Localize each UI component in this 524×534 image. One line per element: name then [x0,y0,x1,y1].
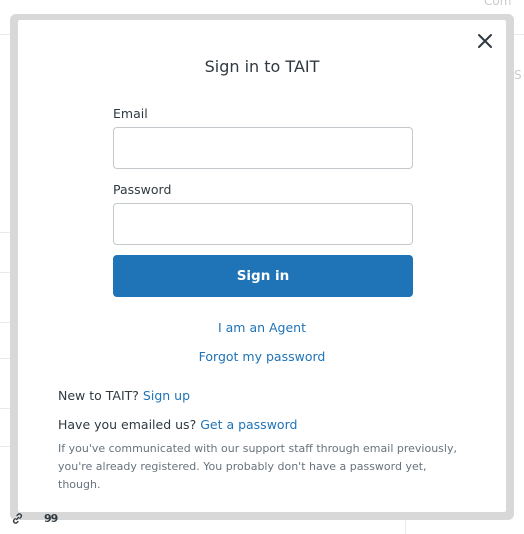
get-password-row: Have you emailed us? Get a password [58,417,297,432]
agent-link-row: I am an Agent [0,320,524,335]
background-divider [405,520,406,534]
password-label: Password [113,182,172,197]
link-icon[interactable] [11,512,24,528]
registration-note: If you've communicated with our support … [58,442,457,491]
modal-title: Sign in to TAIT [204,57,320,76]
quote-icon[interactable]: 99 [44,512,58,525]
sign-up-link[interactable]: Sign up [143,388,190,403]
background-partial-text: Com [484,0,512,8]
background-divider [0,446,10,447]
agent-link[interactable]: I am an Agent [218,320,306,335]
email-field[interactable] [113,127,413,169]
emailed-us-text: Have you emailed us? [58,417,197,432]
signup-row: New to TAIT? Sign up [58,388,190,403]
email-label: Email [113,106,148,121]
forgot-password-link[interactable]: Forgot my password [199,349,326,364]
close-button[interactable] [476,32,494,50]
password-field[interactable] [113,203,413,245]
get-password-link[interactable]: Get a password [200,417,297,432]
background-divider [0,408,10,409]
background-divider [514,34,524,35]
background-divider [0,272,10,273]
forgot-password-row: Forgot my password [0,349,524,364]
close-icon [478,34,492,48]
sign-in-button[interactable]: Sign in [113,255,413,297]
background-divider [0,232,10,233]
background-divider [0,34,10,35]
new-to-text: New to TAIT? [58,388,139,403]
